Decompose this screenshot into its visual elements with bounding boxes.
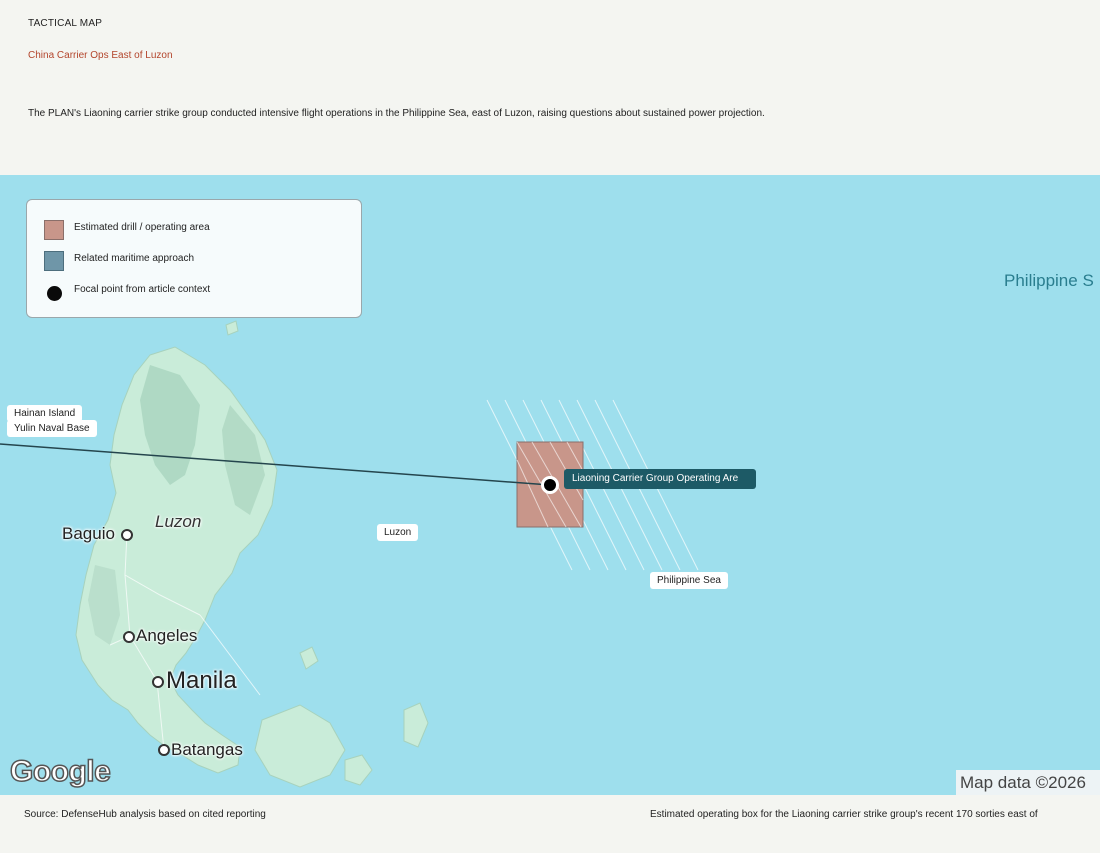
- map-title: China Carrier Ops East of Luzon: [28, 50, 173, 61]
- focal-point-marker[interactable]: [541, 476, 559, 494]
- place-manila: Manila: [166, 667, 237, 694]
- legend-item-focal-point: Focal point from article context: [44, 282, 344, 304]
- drill-area-swatch: [44, 220, 64, 240]
- place-baguio: Baguio: [62, 524, 115, 543]
- label-yulin-naval-base[interactable]: Yulin Naval Base: [7, 420, 97, 437]
- label-luzon[interactable]: Luzon: [377, 524, 419, 541]
- island-polillo: [299, 646, 319, 670]
- legend-label: Focal point from article context: [74, 284, 211, 295]
- island-marinduque: [344, 754, 373, 786]
- legend-item-approach: Related maritime approach: [44, 251, 344, 273]
- map-legend: Estimated drill / operating area Related…: [26, 199, 362, 318]
- island-camiguin: [403, 702, 429, 748]
- map-canvas[interactable]: Estimated drill / operating area Related…: [0, 175, 1100, 795]
- place-angeles: Angeles: [136, 626, 198, 645]
- legend-label: Estimated drill / operating area: [74, 222, 210, 233]
- place-batangas: Batangas: [171, 740, 243, 759]
- header: TACTICAL MAP China Carrier Ops East of L…: [0, 0, 1100, 175]
- footer-caption: Estimated operating box for the Liaoning…: [650, 809, 1038, 820]
- legend-label: Related maritime approach: [74, 253, 195, 264]
- batangas-marker: [158, 744, 170, 756]
- label-philippine-sea[interactable]: Philippine Sea: [650, 572, 728, 589]
- manila-marker: [152, 676, 164, 688]
- baguio-marker: [121, 529, 133, 541]
- island-north: [225, 320, 239, 336]
- approach-swatch: [44, 251, 64, 271]
- island-mindoro: [254, 704, 346, 788]
- legend-item-drill-area: Estimated drill / operating area: [44, 220, 344, 242]
- philippine-sea-basemap-label: Philippine S: [1004, 271, 1094, 290]
- operating-area-callout[interactable]: Liaoning Carrier Group Operating Are: [564, 469, 756, 489]
- footer-source: Source: DefenseHub analysis based on cit…: [24, 809, 266, 820]
- angeles-marker: [123, 631, 135, 643]
- google-logo: Google: [9, 754, 111, 789]
- map-attribution[interactable]: Map data ©2026: [956, 770, 1100, 795]
- place-luzon: Luzon: [155, 512, 202, 531]
- focal-point-swatch: [47, 286, 62, 301]
- map-kicker: TACTICAL MAP: [28, 18, 103, 29]
- map-description: The PLAN's Liaoning carrier strike group…: [28, 108, 765, 119]
